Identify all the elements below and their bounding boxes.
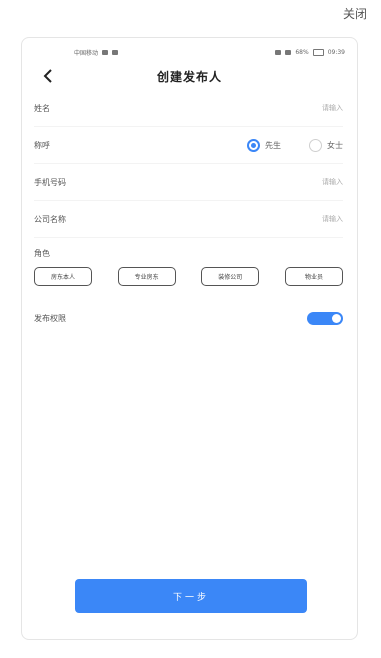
title-option-ms[interactable]: 女士 (309, 138, 343, 152)
close-link[interactable]: 关闭 (343, 5, 367, 22)
battery-icon (312, 48, 324, 56)
signal-icon (102, 49, 109, 55)
status-bar: 中国移动 68% 09:39 (22, 42, 357, 62)
phone-frame: 中国移动 68% 09:39 创建发布人 姓名 请输入 称呼 先生 女士 手机号… (21, 37, 358, 640)
publisher-form: 姓名 请输入 称呼 先生 女士 手机号码 请输入 公司名称 请输入 角色 房东本… (22, 90, 357, 336)
notification-icon (285, 49, 292, 55)
company-label: 公司名称 (34, 214, 66, 224)
wifi-icon (112, 49, 119, 55)
next-button[interactable]: 下一步 (75, 579, 307, 613)
radio-checked-icon (247, 138, 260, 152)
agreement-label: 发布权限 (34, 313, 66, 323)
company-row: 公司名称 请输入 (34, 201, 343, 238)
role-label: 角色 (34, 249, 50, 258)
title-label: 称呼 (34, 140, 50, 150)
company-input[interactable]: 请输入 (322, 214, 343, 224)
clock: 09:39 (327, 48, 345, 56)
agreement-toggle[interactable] (307, 311, 343, 325)
title-option-mr[interactable]: 先生 (247, 138, 281, 152)
role-chip[interactable]: 物业员 (284, 267, 343, 286)
agreement-row: 发布权限 (34, 300, 343, 336)
title-radio-group: 先生 女士 (247, 138, 343, 152)
carrier-label: 中国移动 (74, 49, 99, 57)
phone-input[interactable]: 请输入 (322, 177, 343, 187)
name-row: 姓名 请输入 (34, 90, 343, 127)
title-option-label: 先生 (265, 140, 281, 150)
title-option-label: 女士 (327, 140, 343, 150)
radio-unchecked-icon (309, 138, 322, 152)
role-chip[interactable]: 装修公司 (201, 267, 260, 286)
phone-row: 手机号码 请输入 (34, 164, 343, 201)
name-input[interactable]: 请输入 (322, 103, 343, 113)
back-arrow-icon[interactable] (40, 67, 58, 85)
notification-icon (275, 49, 282, 55)
role-chip[interactable]: 房东本人 (34, 267, 92, 286)
name-label: 姓名 (34, 103, 50, 113)
phone-label: 手机号码 (34, 177, 66, 187)
battery-percent: 68% (295, 48, 309, 56)
role-chip-group: 房东本人 专业房东 装修公司 物业员 (34, 267, 343, 286)
role-chip[interactable]: 专业房东 (117, 267, 176, 286)
title-row: 称呼 先生 女士 (34, 127, 343, 164)
page-title: 创建发布人 (156, 69, 222, 84)
page-header: 创建发布人 (22, 62, 357, 90)
